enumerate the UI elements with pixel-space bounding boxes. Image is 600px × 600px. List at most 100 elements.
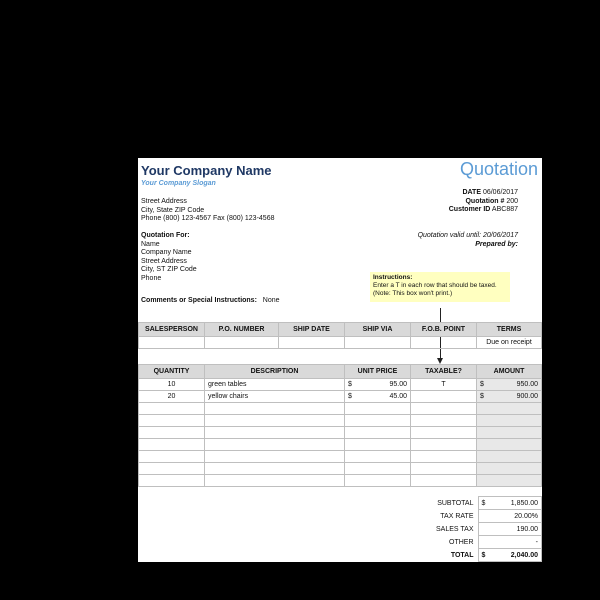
shipping-table: SALESPERSON P.O. NUMBER SHIP DATE SHIP V… [138, 322, 542, 349]
tax-rate-value[interactable]: 20.00% [477, 509, 542, 523]
customer-id-value: ABC887 [491, 206, 518, 213]
unit-price-cell[interactable] [344, 462, 411, 475]
taxable-cell[interactable] [410, 474, 477, 487]
company-slogan: Your Company Slogan [141, 180, 216, 187]
instructions-note: Instructions: Enter a T in each row that… [370, 272, 510, 302]
taxable-cell[interactable] [410, 414, 477, 427]
validity-block: Quotation valid until: 20/06/2017 Prepar… [418, 232, 518, 249]
taxable-cell[interactable] [410, 462, 477, 475]
tax-rate-label: TAX RATE [440, 512, 474, 520]
quantity-cell[interactable] [138, 438, 205, 451]
amount-cell [476, 414, 542, 427]
quantity-cell[interactable]: 20 [138, 390, 205, 403]
description-cell[interactable] [204, 426, 345, 439]
ship-date-cell[interactable] [278, 336, 345, 349]
salesperson-cell[interactable] [138, 336, 205, 349]
fob-point-cell[interactable] [410, 336, 477, 349]
comments-line: Comments or Special Instructions: None [141, 297, 280, 306]
col-amount: AMOUNT [476, 364, 542, 379]
terms-cell[interactable]: Due on receipt [476, 336, 542, 349]
col-ship-via: SHIP VIA [344, 322, 411, 337]
po-number-cell[interactable] [204, 336, 279, 349]
client-line: Name [141, 240, 160, 248]
valid-until-label: Quotation valid until: [417, 232, 481, 239]
quantity-cell[interactable] [138, 414, 205, 427]
col-po-number: P.O. NUMBER [204, 322, 279, 337]
date-value: 06/06/2017 [482, 189, 518, 196]
unit-price-cell[interactable]: $95.00 [344, 378, 411, 391]
quantity-cell[interactable] [138, 462, 205, 475]
quote-number-value: 200 [506, 197, 518, 205]
unit-price-cell[interactable] [344, 402, 411, 415]
amount-value: 950.00 [516, 381, 538, 388]
description-cell[interactable] [204, 462, 345, 475]
customer-id-label: Customer ID [448, 206, 491, 213]
table-row [138, 450, 542, 463]
table-row [138, 438, 542, 451]
description-cell[interactable] [204, 402, 345, 415]
client-line: Company Name [141, 249, 192, 256]
description-cell[interactable] [204, 414, 345, 427]
col-description: DESCRIPTION [204, 364, 345, 379]
quantity-cell[interactable] [138, 426, 205, 439]
table-row: 20 yellow chairs $45.00 $900.00 [138, 390, 542, 403]
sales-tax-value: 190.00 [477, 522, 542, 536]
description-cell[interactable] [204, 438, 345, 451]
description-cell[interactable]: green tables [204, 378, 345, 391]
quantity-cell[interactable]: 10 [138, 378, 205, 391]
instructions-title: Instructions: [373, 274, 413, 281]
quotation-for-label: Quotation For: [141, 232, 190, 239]
table-row [138, 402, 542, 415]
table-row [138, 474, 542, 487]
unit-price-cell[interactable] [344, 426, 411, 439]
comments-label: Comments or Special Instructions: [141, 297, 257, 304]
taxable-cell[interactable] [410, 390, 477, 403]
other-label: OTHER [449, 538, 474, 546]
amount-cell [476, 426, 542, 439]
other-value[interactable]: - [477, 535, 542, 549]
address-line: Street Address [141, 198, 187, 205]
valid-until-value: 20/06/2017 [482, 232, 518, 239]
unit-price-cell[interactable] [344, 414, 411, 427]
col-fob-point: F.O.B. POINT [410, 322, 477, 337]
client-line: Street Address [141, 257, 187, 265]
taxable-cell[interactable] [410, 450, 477, 463]
ship-via-cell[interactable] [344, 336, 411, 349]
description-cell[interactable] [204, 474, 345, 487]
taxable-cell[interactable]: T [410, 378, 477, 391]
document-title: Quotation [459, 159, 538, 179]
taxable-cell[interactable] [410, 438, 477, 451]
amount-cell [476, 474, 542, 487]
table-row [138, 426, 542, 439]
unit-price-cell[interactable] [344, 438, 411, 451]
total-value: 2,040.00 [510, 551, 538, 559]
totals-table: SUBTOTAL $1,850.00 TAX RATE 20.00% SALES T… [418, 496, 542, 562]
table-row [138, 414, 542, 427]
description-cell[interactable]: yellow chairs [204, 390, 345, 403]
amount-cell: $950.00 [476, 378, 542, 391]
quotation-sheet: Your Company Name Your Company Slogan Qu… [138, 158, 542, 562]
unit-price-value: 45.00 [389, 393, 407, 400]
quotation-for-block: Quotation For: Name Company Name Street … [141, 232, 197, 283]
currency-symbol: $ [480, 381, 484, 388]
description-cell[interactable] [204, 450, 345, 463]
company-name: Your Company Name [141, 163, 272, 178]
currency-symbol: $ [480, 393, 484, 400]
sales-tax-label: SALES TAX [436, 525, 474, 533]
total-label: TOTAL [450, 551, 474, 559]
line-items-table: QUANTITY DESCRIPTION UNIT PRICE TAXABLE?… [138, 364, 542, 487]
quantity-cell[interactable] [138, 474, 205, 487]
unit-price-cell[interactable]: $45.00 [344, 390, 411, 403]
taxable-cell[interactable] [410, 426, 477, 439]
instructions-text: Enter a T in each row that should be tax… [373, 282, 497, 297]
unit-price-cell[interactable] [344, 474, 411, 487]
unit-price-cell[interactable] [344, 450, 411, 463]
quantity-cell[interactable] [138, 402, 205, 415]
taxable-cell[interactable] [410, 402, 477, 415]
amount-value: 900.00 [516, 393, 538, 400]
quantity-cell[interactable] [138, 450, 205, 463]
amount-cell [476, 402, 542, 415]
comments-value: None [262, 297, 280, 304]
company-address: Street Address City, State ZIP Code Phon… [141, 198, 274, 224]
col-quantity: QUANTITY [138, 364, 205, 379]
